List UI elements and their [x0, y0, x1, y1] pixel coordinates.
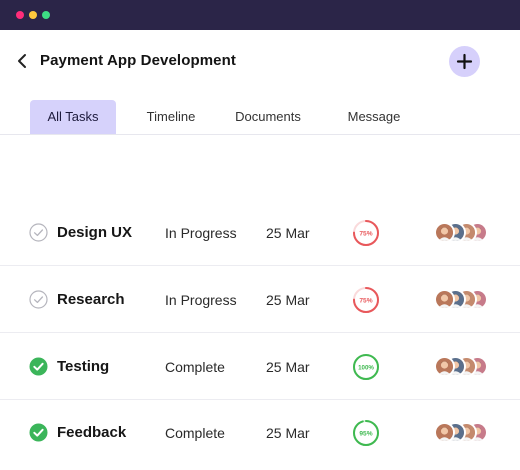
task-row[interactable]: Design UX In Progress 25 Mar 75% — [0, 200, 520, 266]
assignee-avatars[interactable] — [434, 222, 494, 244]
progress-label: 75% — [359, 298, 372, 305]
task-status: Complete — [165, 425, 225, 441]
avatar[interactable] — [434, 289, 455, 310]
minimize-window-dot[interactable] — [29, 11, 37, 19]
progress-ring: 75% — [353, 220, 379, 246]
avatar[interactable] — [434, 222, 455, 243]
avatar[interactable] — [434, 422, 455, 443]
window-titlebar — [0, 0, 520, 30]
progress-label: 100% — [358, 365, 374, 372]
add-task-button[interactable] — [449, 46, 480, 77]
task-status: Complete — [165, 359, 225, 375]
check-outline-icon[interactable] — [29, 290, 48, 309]
task-status: In Progress — [165, 292, 237, 308]
tab-bar: All Tasks Timeline Documents Message — [0, 100, 520, 135]
assignee-avatars[interactable] — [434, 356, 494, 378]
progress-label: 75% — [359, 231, 372, 238]
tab-all-tasks[interactable]: All Tasks — [30, 100, 116, 134]
task-name: Research — [57, 291, 125, 308]
plus-icon — [456, 53, 473, 70]
progress-ring: 75% — [353, 287, 379, 313]
check-outline-icon[interactable] — [29, 223, 48, 242]
progress-label: 95% — [359, 431, 372, 438]
progress-ring: 95% — [353, 420, 379, 446]
page-title: Payment App Development — [40, 52, 236, 69]
check-circle-icon[interactable] — [29, 357, 48, 376]
task-name: Design UX — [57, 224, 133, 241]
task-row[interactable]: Testing Complete 25 Mar 100% — [0, 334, 520, 400]
task-date: 25 Mar — [266, 425, 310, 441]
task-date: 25 Mar — [266, 359, 310, 375]
task-row[interactable]: Research In Progress 25 Mar 75% — [0, 267, 520, 333]
tab-timeline[interactable]: Timeline — [135, 100, 207, 134]
assignee-avatars[interactable] — [434, 422, 494, 444]
task-name: Testing — [57, 358, 110, 375]
close-window-dot[interactable] — [16, 11, 24, 19]
progress-ring: 100% — [353, 354, 379, 380]
task-row[interactable]: Feedback Complete 25 Mar 95% — [0, 400, 520, 466]
tab-documents[interactable]: Documents — [223, 100, 313, 134]
task-date: 25 Mar — [266, 225, 310, 241]
task-date: 25 Mar — [266, 292, 310, 308]
check-circle-icon[interactable] — [29, 423, 48, 442]
chevron-left-icon[interactable] — [14, 52, 32, 70]
task-name: Feedback — [57, 424, 127, 441]
page-header: Payment App Development — [0, 30, 520, 95]
task-status: In Progress — [165, 225, 237, 241]
avatar[interactable] — [434, 356, 455, 377]
assignee-avatars[interactable] — [434, 289, 494, 311]
maximize-window-dot[interactable] — [42, 11, 50, 19]
tab-message[interactable]: Message — [336, 100, 412, 134]
